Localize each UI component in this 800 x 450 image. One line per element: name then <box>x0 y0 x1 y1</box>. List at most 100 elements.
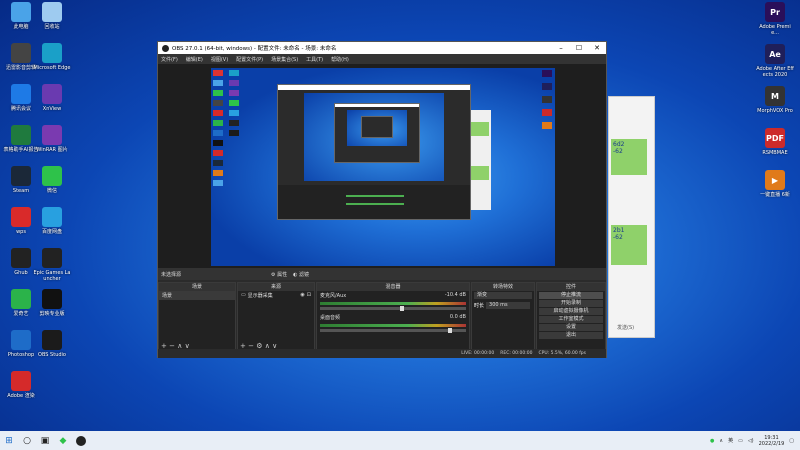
maximize-button[interactable]: ☐ <box>570 44 588 52</box>
scenes-dock: 场景 场景 + − ∧ ∨ <box>158 282 236 352</box>
menu-item[interactable]: 帮助(H) <box>331 56 349 63</box>
desktop-icon[interactable]: OBS Studio <box>33 330 71 358</box>
track-name: 桌面音频 <box>320 315 341 321</box>
mixer-track: 桌面音频 0.0 dB <box>317 313 469 322</box>
desktop-icon[interactable]: Microsoft Edge <box>33 43 71 71</box>
input-method-icon[interactable]: 英 <box>728 437 733 444</box>
rec-status: REC: 00:00:00 <box>500 351 533 356</box>
start-recording-button[interactable]: 开始录制 <box>539 300 603 307</box>
nested-icons <box>213 70 223 190</box>
controls-title: 控件 <box>537 283 605 291</box>
obs-titlebar[interactable]: OBS 27.0.1 (64-bit, windows) - 配置文件: 未命名… <box>158 42 606 54</box>
obs-window[interactable]: OBS 27.0.1 (64-bit, windows) - 配置文件: 未命名… <box>157 41 607 358</box>
eye-icon[interactable]: ◉ <box>300 292 304 299</box>
obs-menubar: 文件(F) 编辑(E) 视图(V) 配置文件(P) 场景集合(S) 工具(T) 帮助(H) <box>158 54 606 64</box>
app-icon <box>11 43 31 63</box>
transitions-title: 转场特效 <box>472 283 534 291</box>
filters-button[interactable]: ◐ 滤镜 <box>293 271 309 278</box>
pdf-icon: PDF <box>765 128 785 148</box>
volume-slider[interactable] <box>320 328 466 333</box>
network-icon[interactable]: ▭ <box>738 438 743 444</box>
chevron-up-icon[interactable]: ∧ <box>719 438 723 444</box>
desktop-icon[interactable]: Pr Adobe Premie... <box>756 2 794 36</box>
desktop-icon-label: RSMBMAE <box>762 150 788 156</box>
taskbar-app-green[interactable]: ◆ <box>54 432 72 450</box>
desktop-icon[interactable]: ▶ 一键直播 6新 <box>756 170 794 198</box>
notification-icon[interactable]: ▢ <box>789 438 794 444</box>
desktop-icon[interactable]: M MorphVOX Pro <box>756 86 794 114</box>
obs-logo-icon <box>162 44 169 52</box>
desktop-icon[interactable]: 回收站 <box>33 2 71 30</box>
live-icon: ▶ <box>765 170 785 190</box>
duration-label: 时长 <box>474 303 485 309</box>
task-view-icon[interactable]: ▣ <box>36 432 54 450</box>
xnview-icon <box>42 84 62 104</box>
desktop-icon[interactable]: Ae Adobe After Effects 2020 <box>756 44 794 78</box>
minimize-button[interactable]: – <box>552 44 570 52</box>
desktop-icon[interactable]: 微信 <box>33 166 71 194</box>
studio-mode-button[interactable]: 工作室模式 <box>539 316 603 323</box>
stop-streaming-button[interactable]: 停止推流 <box>539 292 603 299</box>
start-button[interactable]: ⊞ <box>0 432 18 450</box>
premiere-icon: Pr <box>765 2 785 22</box>
desktop-icon[interactable]: WinRAR 图片 <box>33 125 71 153</box>
desktop-icon[interactable]: Adobe 渲染 <box>2 371 40 399</box>
desktop-icon-label: 剪映专业版 <box>39 311 65 317</box>
disk-icon <box>11 330 31 350</box>
obs-window-title: OBS 27.0.1 (64-bit, windows) - 配置文件: 未命名… <box>172 46 337 52</box>
mixer-title: 混音器 <box>317 283 469 291</box>
menu-item[interactable]: 视图(V) <box>211 56 228 63</box>
message-bubble: 6d2 -62 <box>611 139 647 175</box>
volume-slider[interactable] <box>320 306 466 311</box>
message-bubble: 2b1 -62 <box>611 225 647 265</box>
wechat-tray-icon[interactable]: ● <box>710 438 714 444</box>
obs-statusbar: LIVE: 00:00:00 REC: 00:00:00 CPU: 5.5%, … <box>158 349 606 358</box>
send-button[interactable]: 发送(S) <box>617 324 634 331</box>
background-chat-window[interactable]: 6d2 -62 2b1 -62 发送(S) <box>608 96 655 338</box>
source-item[interactable]: ▭ 显示器采集 ◉ ⊡ <box>238 291 314 300</box>
menu-item[interactable]: 编辑(E) <box>186 56 203 63</box>
volume-icon[interactable]: ◁) <box>748 438 754 444</box>
transition-select[interactable]: 渐变 <box>474 292 532 299</box>
meeting-icon <box>11 84 31 104</box>
controls-dock: 控件 停止推流 开始录制 启动虚拟摄像机 工作室模式 设置 退出 <box>536 282 606 352</box>
settings-button[interactable]: 设置 <box>539 324 603 331</box>
baidu-icon <box>42 207 62 227</box>
lock-icon[interactable]: ⊡ <box>307 292 311 299</box>
excel-icon <box>11 125 31 145</box>
clock[interactable]: 19:31 2022/2/19 <box>759 435 785 447</box>
track-db: 0.0 dB <box>449 314 466 320</box>
audio-meter <box>320 302 466 305</box>
scene-item[interactable]: 场景 <box>159 291 235 300</box>
desktop-icon[interactable]: Epic Games Launcher <box>33 248 71 282</box>
track-db: -10.4 dB <box>444 292 466 298</box>
duration-input[interactable]: 300 ms <box>486 302 530 309</box>
monitor-icon: ▭ <box>241 292 246 298</box>
desktop-icon-label: Adobe Premie... <box>759 24 791 36</box>
sources-title: 来源 <box>238 283 314 291</box>
preview-canvas <box>211 68 555 266</box>
menu-item[interactable]: 工具(T) <box>306 56 323 63</box>
desktop-icon[interactable]: XnView <box>33 84 71 112</box>
desktop-icon[interactable]: PDF RSMBMAE <box>756 128 794 156</box>
track-name: 麦克风/Aux <box>320 293 347 299</box>
mixer-track: 麦克风/Aux -10.4 dB <box>317 291 469 300</box>
obs-icon <box>42 330 62 350</box>
desktop-icon[interactable]: 百度网盘 <box>33 207 71 235</box>
taskbar-obs-icon[interactable] <box>72 432 90 450</box>
properties-button[interactable]: ⚙ 属性 <box>271 271 287 278</box>
menu-item[interactable]: 文件(F) <box>161 56 178 63</box>
desktop-icon-label: MorphVOX Pro <box>757 108 793 114</box>
gaming-icon <box>11 248 31 268</box>
menu-item[interactable]: 场景集合(S) <box>271 56 298 63</box>
desktop-icon-label: Adobe After Effects 2020 <box>756 66 794 78</box>
menu-item[interactable]: 配置文件(P) <box>236 56 263 63</box>
close-button[interactable]: ✕ <box>588 44 606 52</box>
desktop-icon[interactable]: 剪映专业版 <box>33 289 71 317</box>
message-value: 6d2 <box>613 141 625 148</box>
virtual-camera-button[interactable]: 启动虚拟摄像机 <box>539 308 603 315</box>
nested-white-window <box>469 110 491 210</box>
audio-meter <box>320 324 466 327</box>
search-icon[interactable]: ○ <box>18 432 36 450</box>
exit-button[interactable]: 退出 <box>539 332 603 339</box>
